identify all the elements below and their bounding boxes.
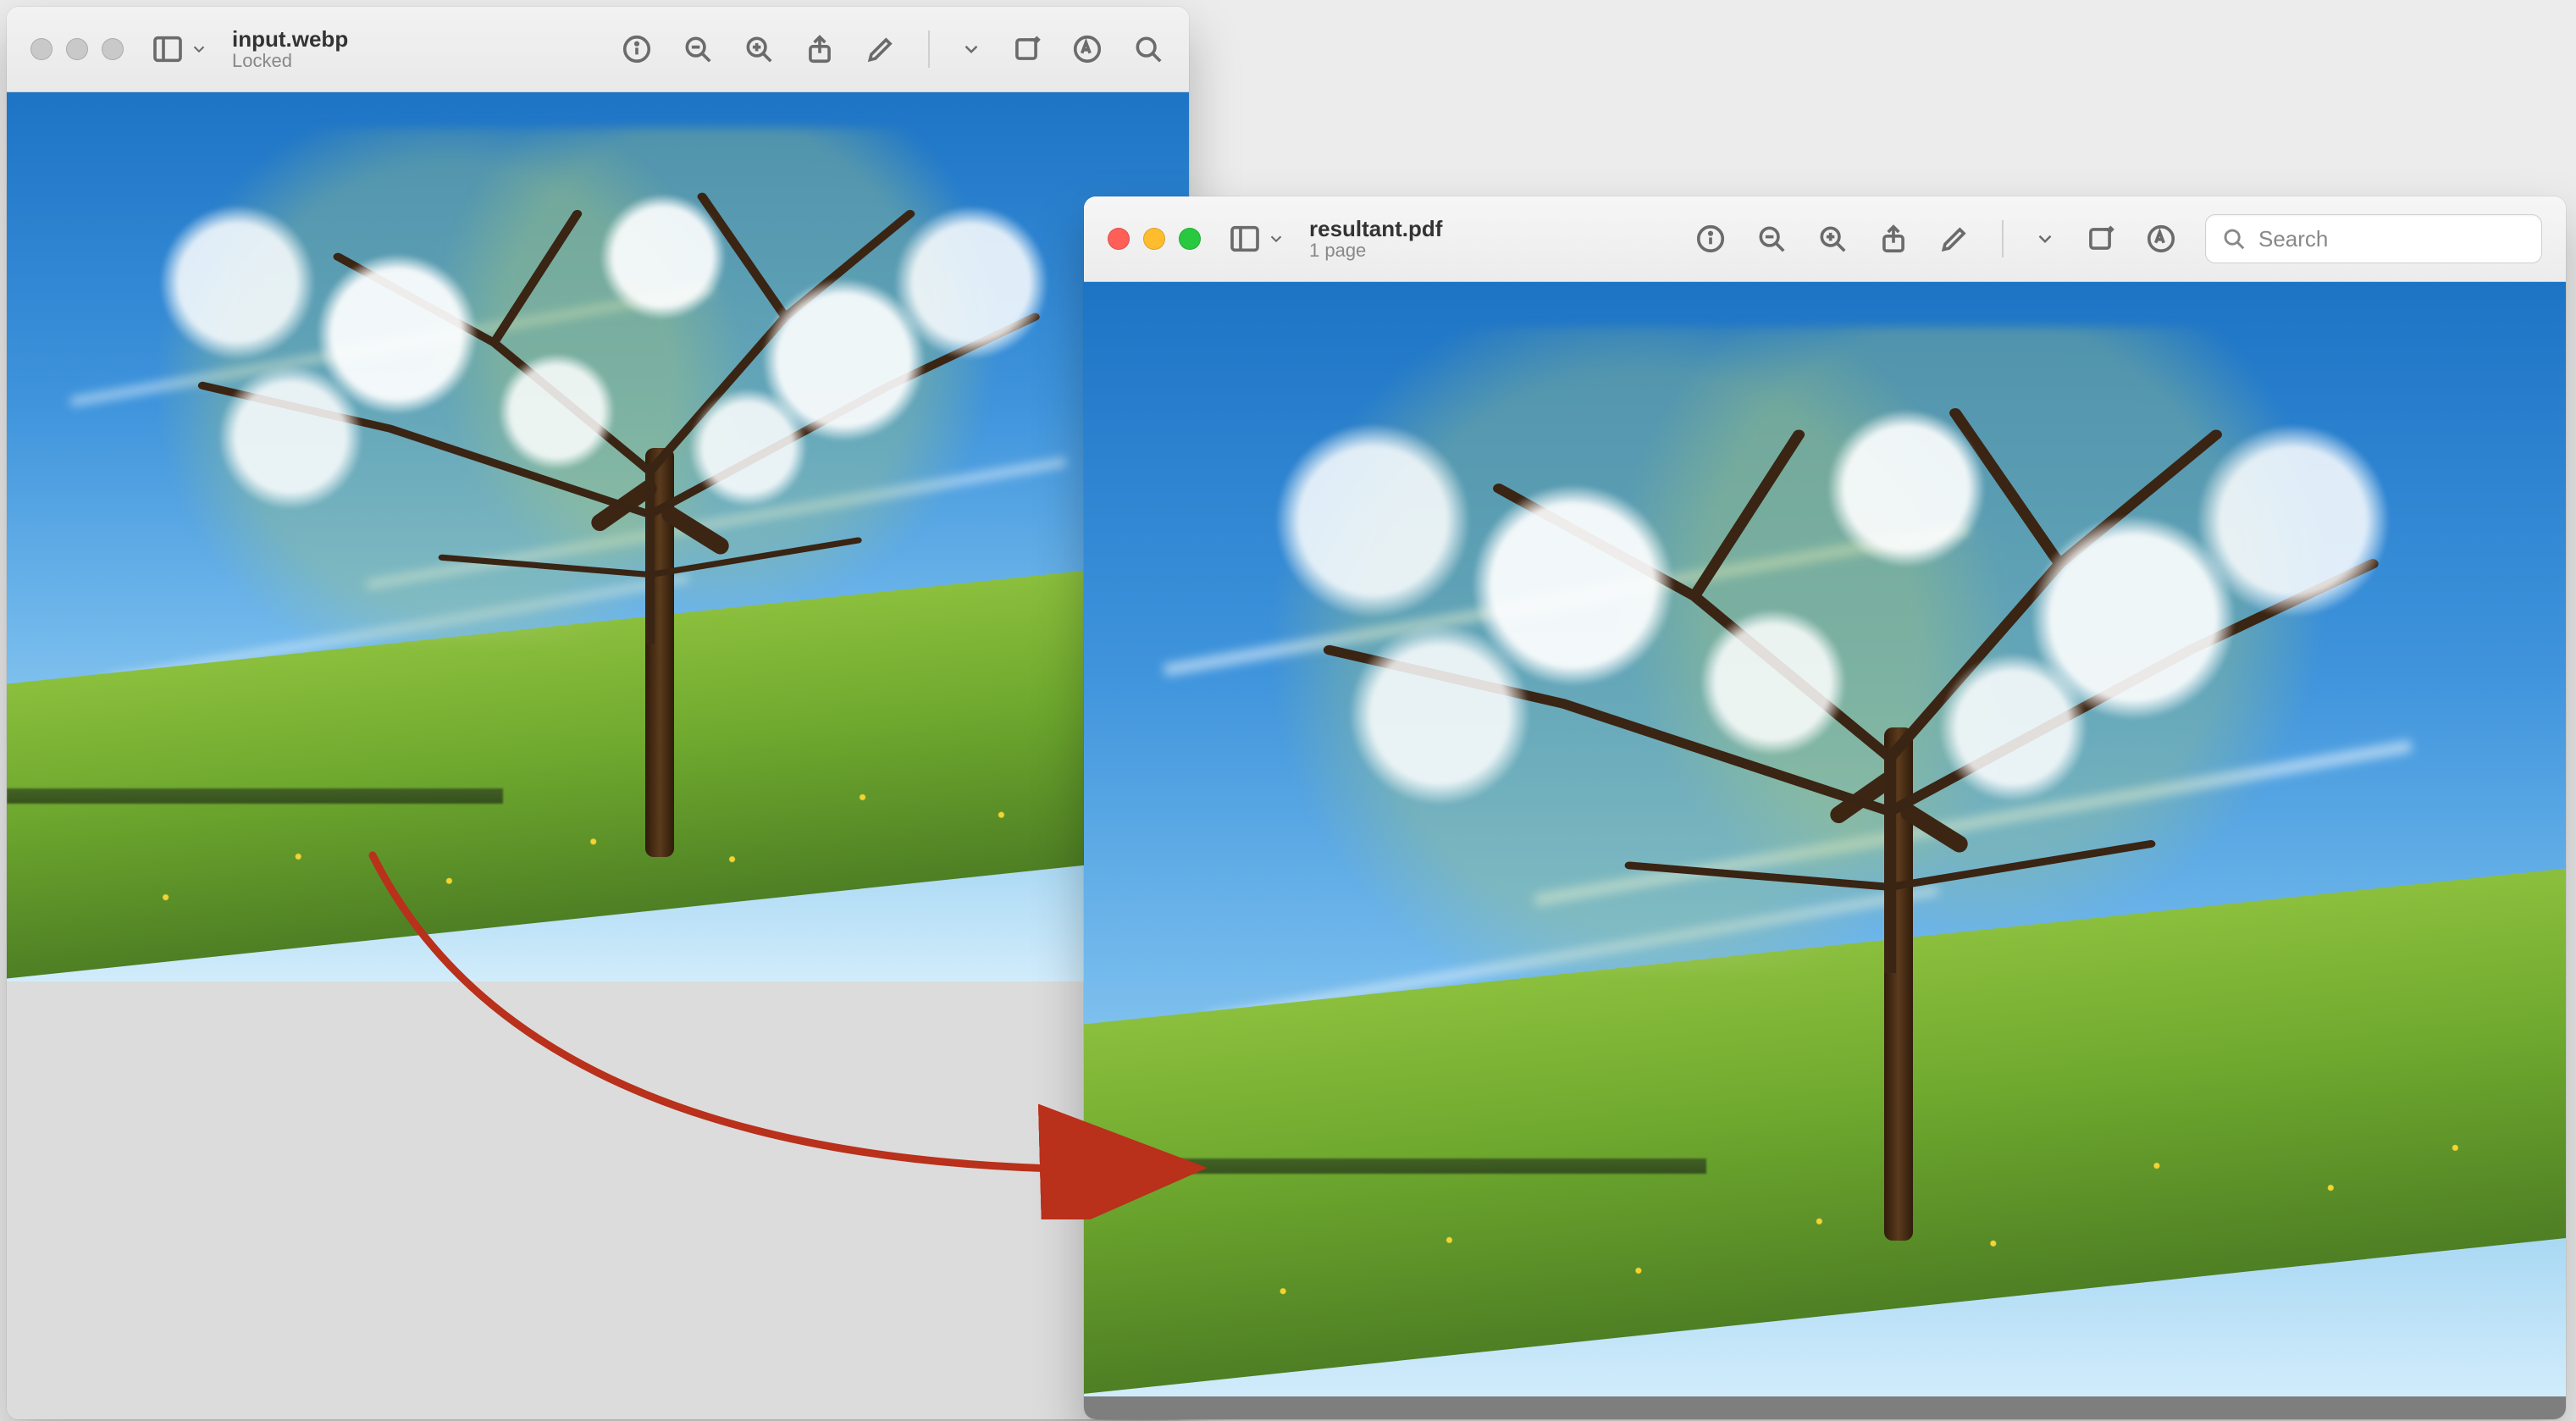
search-placeholder: Search xyxy=(2258,226,2328,252)
chevron-down-icon[interactable] xyxy=(2034,222,2056,256)
preview-window-resultant: resultant.pdf 1 page Search xyxy=(1084,196,2566,1419)
sidebar-toggle[interactable] xyxy=(1228,222,1285,256)
zoom-in-icon[interactable] xyxy=(1816,222,1849,256)
minimize-button[interactable] xyxy=(66,38,88,60)
toolbar-icons xyxy=(620,30,1165,68)
markup-icon[interactable] xyxy=(1938,222,1971,256)
sidebar-toggle[interactable] xyxy=(151,32,208,66)
zoom-out-icon[interactable] xyxy=(681,32,715,66)
window-title-block: resultant.pdf 1 page xyxy=(1309,217,1453,262)
document-image xyxy=(1084,282,2566,1396)
preview-window-input: input.webp Locked xyxy=(7,7,1189,1419)
highlight-icon[interactable] xyxy=(2144,222,2178,256)
share-icon[interactable] xyxy=(1877,222,1910,256)
window-controls xyxy=(30,38,124,60)
file-subtitle: 1 page xyxy=(1309,241,1453,261)
markup-icon[interactable] xyxy=(864,32,898,66)
toolbar-icons: Search xyxy=(1694,214,2542,263)
info-icon[interactable] xyxy=(620,32,654,66)
info-icon[interactable] xyxy=(1694,222,1727,256)
titlebar: input.webp Locked xyxy=(7,7,1189,92)
zoom-in-icon[interactable] xyxy=(742,32,776,66)
close-button[interactable] xyxy=(30,38,53,60)
zoom-button[interactable] xyxy=(1179,228,1201,250)
search-icon xyxy=(2221,226,2247,252)
search-field[interactable]: Search xyxy=(2205,214,2542,263)
toolbar-separator xyxy=(2002,220,2004,257)
file-name: input.webp xyxy=(232,27,376,52)
titlebar: resultant.pdf 1 page Search xyxy=(1084,196,2566,282)
search-icon[interactable] xyxy=(1131,32,1165,66)
minimize-button[interactable] xyxy=(1143,228,1165,250)
file-subtitle: Locked xyxy=(232,51,376,71)
zoom-out-icon[interactable] xyxy=(1755,222,1788,256)
chevron-down-icon[interactable] xyxy=(960,32,982,66)
window-controls xyxy=(1108,228,1201,250)
document-image xyxy=(7,92,1189,981)
rotate-icon[interactable] xyxy=(2083,222,2117,256)
toolbar-separator xyxy=(928,30,930,68)
share-icon[interactable] xyxy=(803,32,837,66)
rotate-icon[interactable] xyxy=(1009,32,1043,66)
file-name: resultant.pdf xyxy=(1309,217,1453,241)
zoom-button[interactable] xyxy=(102,38,124,60)
window-title-block: input.webp Locked xyxy=(232,27,376,72)
content-area[interactable] xyxy=(7,92,1189,1419)
highlight-icon[interactable] xyxy=(1070,32,1104,66)
content-area[interactable] xyxy=(1084,282,2566,1419)
close-button[interactable] xyxy=(1108,228,1130,250)
